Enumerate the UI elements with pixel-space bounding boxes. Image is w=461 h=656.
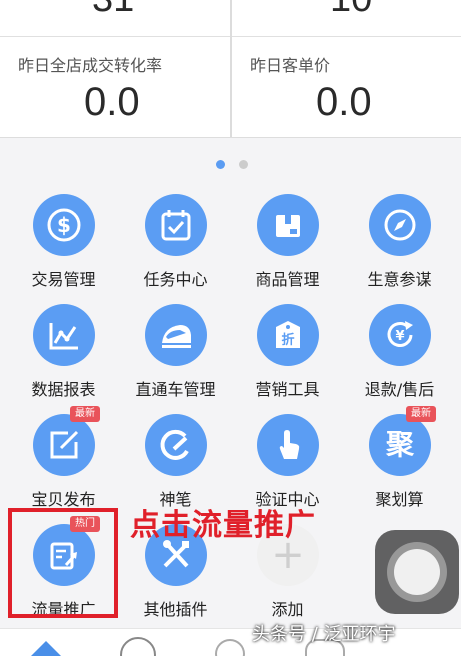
avg-order-value: 0.0 [316,80,372,124]
line-chart-icon [33,304,95,366]
svg-text:¥: ¥ [395,329,404,344]
yuan-refund-icon: ¥ [369,304,431,366]
tile-data-reports[interactable]: 数据报表 [6,304,121,412]
tile-task-center[interactable]: 任务中心 [118,194,233,302]
highlight-box [8,508,118,618]
new-badge: 最新 [406,406,436,422]
tile-label: 退款/售后 [364,380,435,399]
tile-label: 添加 [271,600,304,619]
svg-text:$: $ [57,213,71,237]
tile-label: 营销工具 [255,380,320,399]
avg-order-label: 昨日客单价 [250,56,331,75]
discount-tag-icon: 折 [257,304,319,366]
tile-trade-management[interactable]: $ 交易管理 [6,194,121,302]
conversion-rate-label: 昨日全店成交转化率 [18,56,163,75]
tile-label: 数据报表 [31,380,96,399]
discover-tab-icon[interactable] [215,639,245,656]
tile-business-advisor[interactable]: 生意参谋 [342,194,457,302]
assistive-touch-core [394,549,440,595]
compass-icon [369,194,431,256]
tile-marketing-tools[interactable]: 折 营销工具 [230,304,345,412]
tile-label: 任务中心 [143,270,208,289]
tile-label: 宝贝发布 [31,490,96,509]
message-tab-icon[interactable] [120,637,156,656]
tile-label: 其他插件 [143,600,208,619]
hand-tap-icon [257,414,319,476]
svg-text:折: 折 [281,332,294,348]
edit-icon [33,414,95,476]
assistive-touch-button[interactable] [375,530,459,614]
page-dot[interactable] [239,160,248,169]
tile-juhuasuan[interactable]: 聚 最新 聚划算 [342,406,457,522]
box-icon [257,194,319,256]
tile-label: 商品管理 [255,270,320,289]
tile-publish-item[interactable]: 最新 宝贝发布 [6,406,121,522]
train-icon [145,304,207,366]
stats-bottom-border [0,137,461,138]
page-dot-active[interactable] [216,160,225,169]
watermark-text: 头条号 / 泛亚环宇 [252,624,396,645]
annotation-text: 点击流量推广 [130,508,316,543]
tile-label: 生意参谋 [367,270,432,289]
ju-glyph: 聚 [385,428,414,461]
magic-pen-icon [145,414,207,476]
ju-icon: 聚 [369,414,431,476]
home-tab-icon[interactable] [30,641,62,656]
tile-label: 直通车管理 [135,380,216,399]
stats-column-divider [230,0,232,138]
dollar-coin-icon: $ [33,194,95,256]
tile-label: 交易管理 [31,270,96,289]
stats-panel: 31 10 昨日全店成交转化率 0.0 昨日客单价 0.0 [0,0,461,138]
stat-top-left-value: 31 [92,0,134,21]
tile-refund-aftersale[interactable]: ¥ 退款/售后 [342,304,457,412]
tile-product-management[interactable]: 商品管理 [230,194,345,302]
calendar-check-icon [145,194,207,256]
stat-top-right-value: 10 [330,0,372,21]
conversion-rate-value: 0.0 [84,80,140,124]
page-indicator [0,160,461,170]
tile-express-train[interactable]: 直通车管理 [118,304,233,412]
tile-label: 聚划算 [375,490,424,509]
new-badge: 最新 [70,406,100,422]
